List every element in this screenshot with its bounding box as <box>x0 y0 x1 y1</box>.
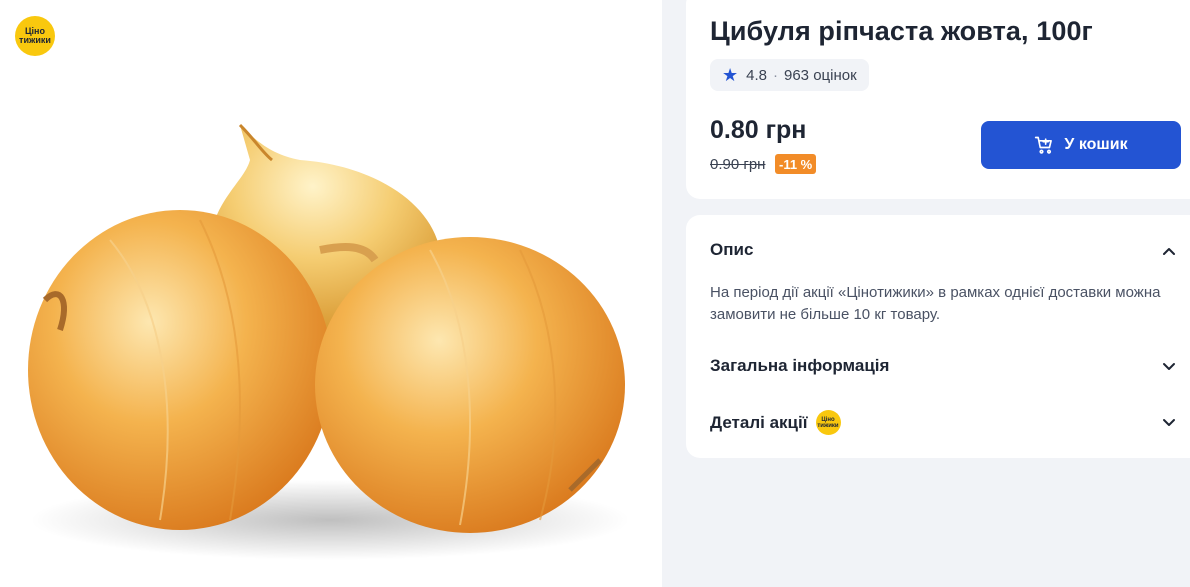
description-title: Опис <box>710 240 754 259</box>
promo-logo-badge: Ціно тижики <box>15 16 55 56</box>
general-info-header[interactable]: Загальна інформація <box>710 356 889 376</box>
star-icon: ★ <box>722 65 739 85</box>
product-details-card: Опис На період дії акції «Цінотижики» в … <box>686 215 1190 458</box>
add-to-cart-label: У кошик <box>1064 136 1128 153</box>
old-price: 0.90 грн <box>710 156 766 173</box>
rating-value: 4.8 <box>746 66 767 84</box>
promo-mini-line2: тижики <box>817 422 839 429</box>
rating-count: 963 оцінок <box>784 66 857 84</box>
current-price: 0.80 грн <box>710 116 807 144</box>
description-header[interactable]: Опис <box>710 240 753 260</box>
chevron-down-icon[interactable] <box>1162 416 1176 430</box>
promo-details-header[interactable]: Деталі акції Ціно тижики <box>710 410 841 435</box>
chevron-up-icon[interactable] <box>1162 244 1176 258</box>
product-title: Цибуля ріпчаста жовта, 100г <box>710 16 1093 46</box>
product-photo[interactable] <box>0 100 662 587</box>
promo-details-title: Деталі акції <box>710 412 808 432</box>
cart-icon <box>1035 136 1053 154</box>
product-image-pane: Ціно тижики <box>0 0 662 587</box>
discount-badge: -11 % <box>775 154 817 174</box>
promo-logo-mini: Ціно тижики <box>815 410 841 435</box>
chevron-down-icon[interactable] <box>1162 360 1176 374</box>
rating-chip[interactable]: ★ 4.8 · 963 оцінок <box>710 59 869 91</box>
rating-separator: · <box>773 66 778 84</box>
general-info-title: Загальна інформація <box>710 356 890 375</box>
promo-logo-line2: тижики <box>19 35 51 45</box>
description-text: На період дії акції «Цінотижики» в рамка… <box>710 284 1161 323</box>
product-summary-card: Цибуля ріпчаста жовта, 100г ★ 4.8 · 963 … <box>686 0 1190 199</box>
add-to-cart-button[interactable]: У кошик <box>981 121 1181 169</box>
